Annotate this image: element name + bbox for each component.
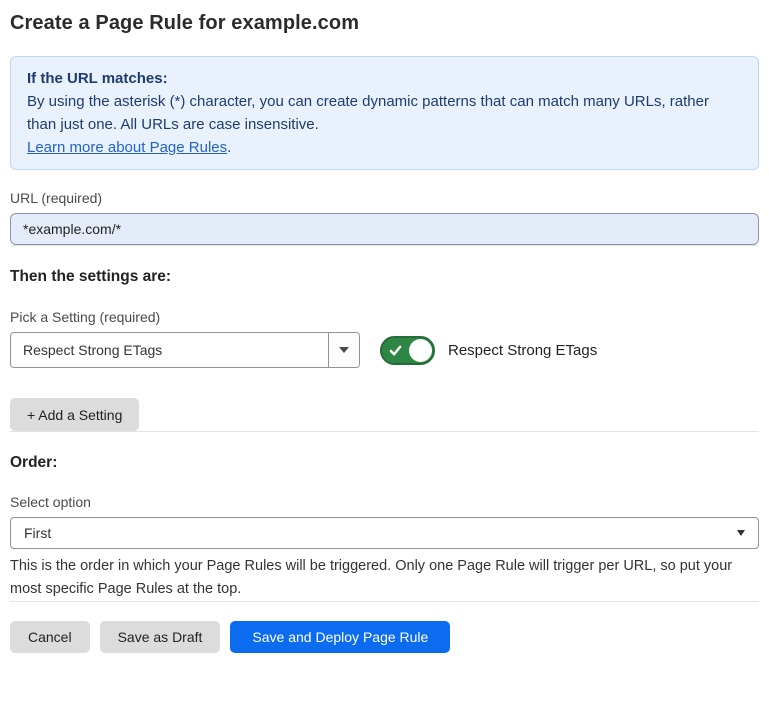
toggle-knob bbox=[409, 339, 432, 362]
url-input[interactable] bbox=[10, 213, 759, 245]
pick-setting-label: Pick a Setting (required) bbox=[10, 309, 759, 325]
settings-section-heading: Then the settings are: bbox=[10, 268, 759, 286]
chevron-down-icon bbox=[339, 347, 349, 353]
setting-row: Respect Strong ETags Respect Strong ETag… bbox=[10, 332, 759, 368]
section-divider bbox=[10, 431, 759, 432]
link-period: . bbox=[227, 139, 231, 156]
learn-more-link[interactable]: Learn more about Page Rules bbox=[27, 139, 227, 156]
create-page-rule-form: Create a Page Rule for example.com If th… bbox=[0, 0, 769, 718]
url-field-label: URL (required) bbox=[10, 190, 759, 206]
toggle-label: Respect Strong ETags bbox=[448, 342, 597, 359]
add-setting-button[interactable]: + Add a Setting bbox=[10, 398, 139, 431]
cancel-button[interactable]: Cancel bbox=[10, 621, 90, 653]
save-deploy-button[interactable]: Save and Deploy Page Rule bbox=[230, 621, 450, 653]
order-select-arrow-wrap bbox=[737, 518, 758, 548]
info-box-body: By using the asterisk (*) character, you… bbox=[27, 90, 742, 159]
chevron-down-icon bbox=[737, 530, 745, 536]
order-section-heading: Order: bbox=[10, 454, 759, 472]
setting-select-value: Respect Strong ETags bbox=[11, 333, 328, 367]
footer-divider bbox=[10, 601, 759, 602]
respect-strong-etags-toggle[interactable] bbox=[380, 336, 435, 365]
order-select-label: Select option bbox=[10, 494, 759, 510]
page-title: Create a Page Rule for example.com bbox=[10, 12, 759, 35]
setting-select-arrow-segment[interactable] bbox=[328, 333, 359, 367]
check-icon bbox=[389, 344, 402, 357]
section-divider bbox=[10, 245, 759, 246]
info-box-heading: If the URL matches: bbox=[27, 67, 742, 90]
url-match-info-box: If the URL matches: By using the asteris… bbox=[10, 56, 759, 170]
info-box-body-text: By using the asterisk (*) character, you… bbox=[27, 93, 709, 133]
setting-select[interactable]: Respect Strong ETags bbox=[10, 332, 360, 368]
save-draft-button[interactable]: Save as Draft bbox=[100, 621, 221, 653]
order-select-value: First bbox=[11, 518, 737, 548]
order-help-text: This is the order in which your Page Rul… bbox=[10, 555, 759, 601]
order-select[interactable]: First bbox=[10, 517, 759, 549]
footer-actions: Cancel Save as Draft Save and Deploy Pag… bbox=[10, 621, 759, 653]
